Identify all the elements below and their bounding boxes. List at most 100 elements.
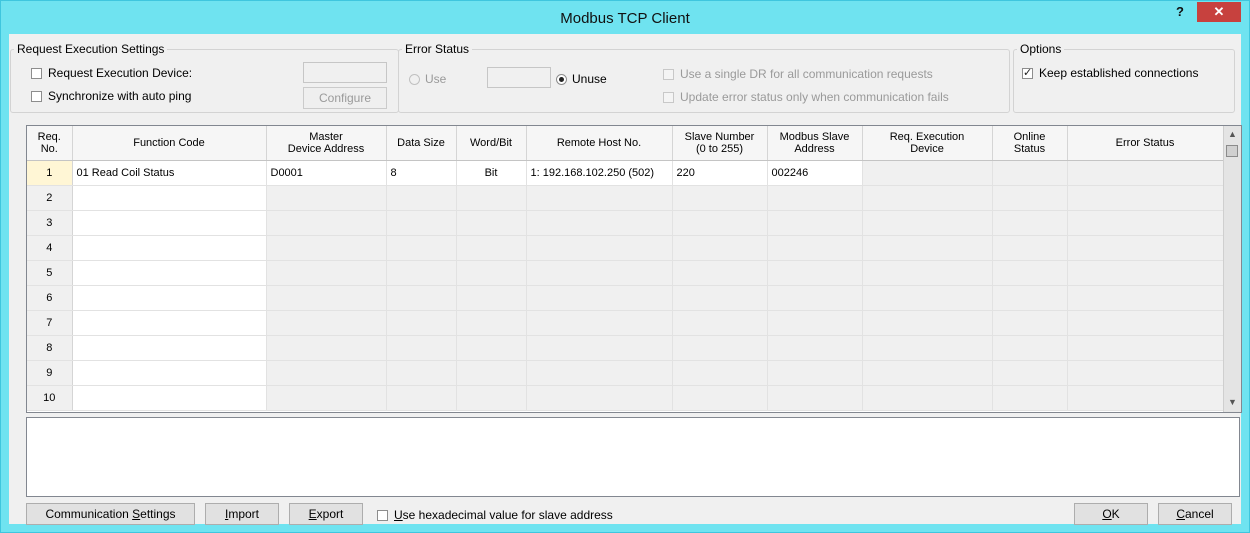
table-cell[interactable] <box>1067 385 1224 411</box>
table-cell[interactable] <box>992 335 1068 361</box>
table-cell[interactable] <box>1067 160 1224 186</box>
table-cell[interactable] <box>72 335 267 361</box>
configure-button[interactable]: Configure <box>303 87 387 109</box>
table-cell[interactable] <box>862 185 993 211</box>
table-cell[interactable] <box>1067 260 1224 286</box>
table-cell[interactable] <box>992 360 1068 386</box>
table-cell[interactable] <box>266 285 387 311</box>
table-cell[interactable] <box>862 285 993 311</box>
table-cell[interactable] <box>72 260 267 286</box>
table-cell[interactable]: Bit <box>456 160 527 186</box>
table-cell[interactable] <box>767 185 863 211</box>
table-cell[interactable] <box>767 260 863 286</box>
single-dr-checkbox-row[interactable]: Use a single DR for all communication re… <box>663 67 933 81</box>
table-cell[interactable]: D0001 <box>266 160 387 186</box>
column-header[interactable]: Data Size <box>386 126 457 161</box>
table-cell[interactable] <box>386 260 457 286</box>
table-cell[interactable] <box>72 235 267 261</box>
table-cell[interactable] <box>386 185 457 211</box>
single-dr-checkbox[interactable] <box>663 68 674 80</box>
scroll-up-icon[interactable]: ▲ <box>1224 126 1241 142</box>
table-cell[interactable] <box>386 335 457 361</box>
table-cell[interactable] <box>862 335 993 361</box>
auto-ping-checkbox[interactable] <box>31 90 42 102</box>
table-cell[interactable] <box>266 185 387 211</box>
table-row[interactable]: 5 <box>27 260 1224 286</box>
table-cell[interactable] <box>1067 335 1224 361</box>
table-cell[interactable] <box>456 385 527 411</box>
update-only-checkbox[interactable] <box>663 91 674 103</box>
table-cell[interactable] <box>992 210 1068 236</box>
table-cell[interactable] <box>386 385 457 411</box>
table-cell[interactable] <box>1067 360 1224 386</box>
table-cell[interactable] <box>266 210 387 236</box>
export-button[interactable]: Export <box>289 503 363 525</box>
table-cell[interactable] <box>72 210 267 236</box>
table-cell[interactable] <box>456 360 527 386</box>
table-cell[interactable] <box>862 310 993 336</box>
table-cell[interactable]: 1: 192.168.102.250 (502) <box>526 160 673 186</box>
table-cell[interactable] <box>1067 210 1224 236</box>
table-cell[interactable]: 002246 <box>767 160 863 186</box>
table-cell[interactable] <box>1067 185 1224 211</box>
table-cell[interactable] <box>672 360 768 386</box>
table-cell[interactable] <box>672 335 768 361</box>
column-header[interactable]: Function Code <box>72 126 267 161</box>
table-cell[interactable] <box>526 310 673 336</box>
scroll-thumb[interactable] <box>1226 145 1238 157</box>
table-cell[interactable] <box>992 185 1068 211</box>
table-cell[interactable] <box>862 360 993 386</box>
error-use-radio[interactable] <box>409 73 420 85</box>
table-cell[interactable] <box>456 310 527 336</box>
table-cell[interactable] <box>992 160 1068 186</box>
table-cell[interactable] <box>386 310 457 336</box>
table-row[interactable]: 6 <box>27 285 1224 311</box>
table-cell[interactable] <box>862 385 993 411</box>
table-cell[interactable] <box>862 235 993 261</box>
table-row[interactable]: 8 <box>27 335 1224 361</box>
table-cell[interactable] <box>386 210 457 236</box>
table-cell[interactable] <box>767 385 863 411</box>
table-cell[interactable] <box>992 310 1068 336</box>
table-cell[interactable] <box>526 235 673 261</box>
table-cell[interactable] <box>672 285 768 311</box>
keep-connections-checkbox-row[interactable]: Keep established connections <box>1022 66 1198 80</box>
table-cell[interactable] <box>456 260 527 286</box>
table-cell[interactable] <box>526 185 673 211</box>
scroll-down-icon[interactable]: ▼ <box>1224 394 1241 410</box>
table-cell[interactable] <box>1067 235 1224 261</box>
hex-address-checkbox-row[interactable]: Use hexadecimal value for slave address <box>377 508 613 522</box>
table-cell[interactable] <box>266 385 387 411</box>
hex-address-checkbox[interactable] <box>377 509 388 521</box>
table-cell[interactable] <box>672 235 768 261</box>
table-cell[interactable] <box>992 385 1068 411</box>
table-cell[interactable] <box>862 260 993 286</box>
table-row[interactable]: 1 01 Read Coil Status D0001 8 Bit 1: 192.168.… <box>27 160 1224 186</box>
table-cell[interactable] <box>1067 310 1224 336</box>
table-cell[interactable] <box>862 160 993 186</box>
table-cell[interactable] <box>456 235 527 261</box>
keep-connections-checkbox[interactable] <box>1022 66 1033 79</box>
table-cell[interactable] <box>1067 285 1224 311</box>
request-device-checkbox-row[interactable]: Request Execution Device: <box>31 66 192 80</box>
table-cell[interactable]: 8 <box>386 160 457 186</box>
table-cell[interactable] <box>266 235 387 261</box>
table-row[interactable]: 9 <box>27 360 1224 386</box>
table-cell[interactable]: 220 <box>672 160 768 186</box>
error-unuse-radio-row[interactable]: Unuse <box>556 72 607 86</box>
error-use-radio-row[interactable]: Use <box>409 72 446 86</box>
table-cell[interactable] <box>767 335 863 361</box>
table-cell[interactable] <box>266 260 387 286</box>
table-cell[interactable] <box>672 185 768 211</box>
column-header[interactable]: Remote Host No. <box>526 126 673 161</box>
error-status-address-input[interactable] <box>487 67 551 88</box>
table-cell[interactable] <box>767 360 863 386</box>
table-row[interactable]: 2 <box>27 185 1224 211</box>
table-cell[interactable] <box>266 335 387 361</box>
table-cell[interactable] <box>456 335 527 361</box>
table-row[interactable]: 3 <box>27 210 1224 236</box>
table-cell[interactable] <box>386 285 457 311</box>
request-device-input[interactable] <box>303 62 387 83</box>
cancel-button[interactable]: Cancel <box>1158 503 1232 525</box>
column-header[interactable]: Error Status <box>1067 126 1224 161</box>
